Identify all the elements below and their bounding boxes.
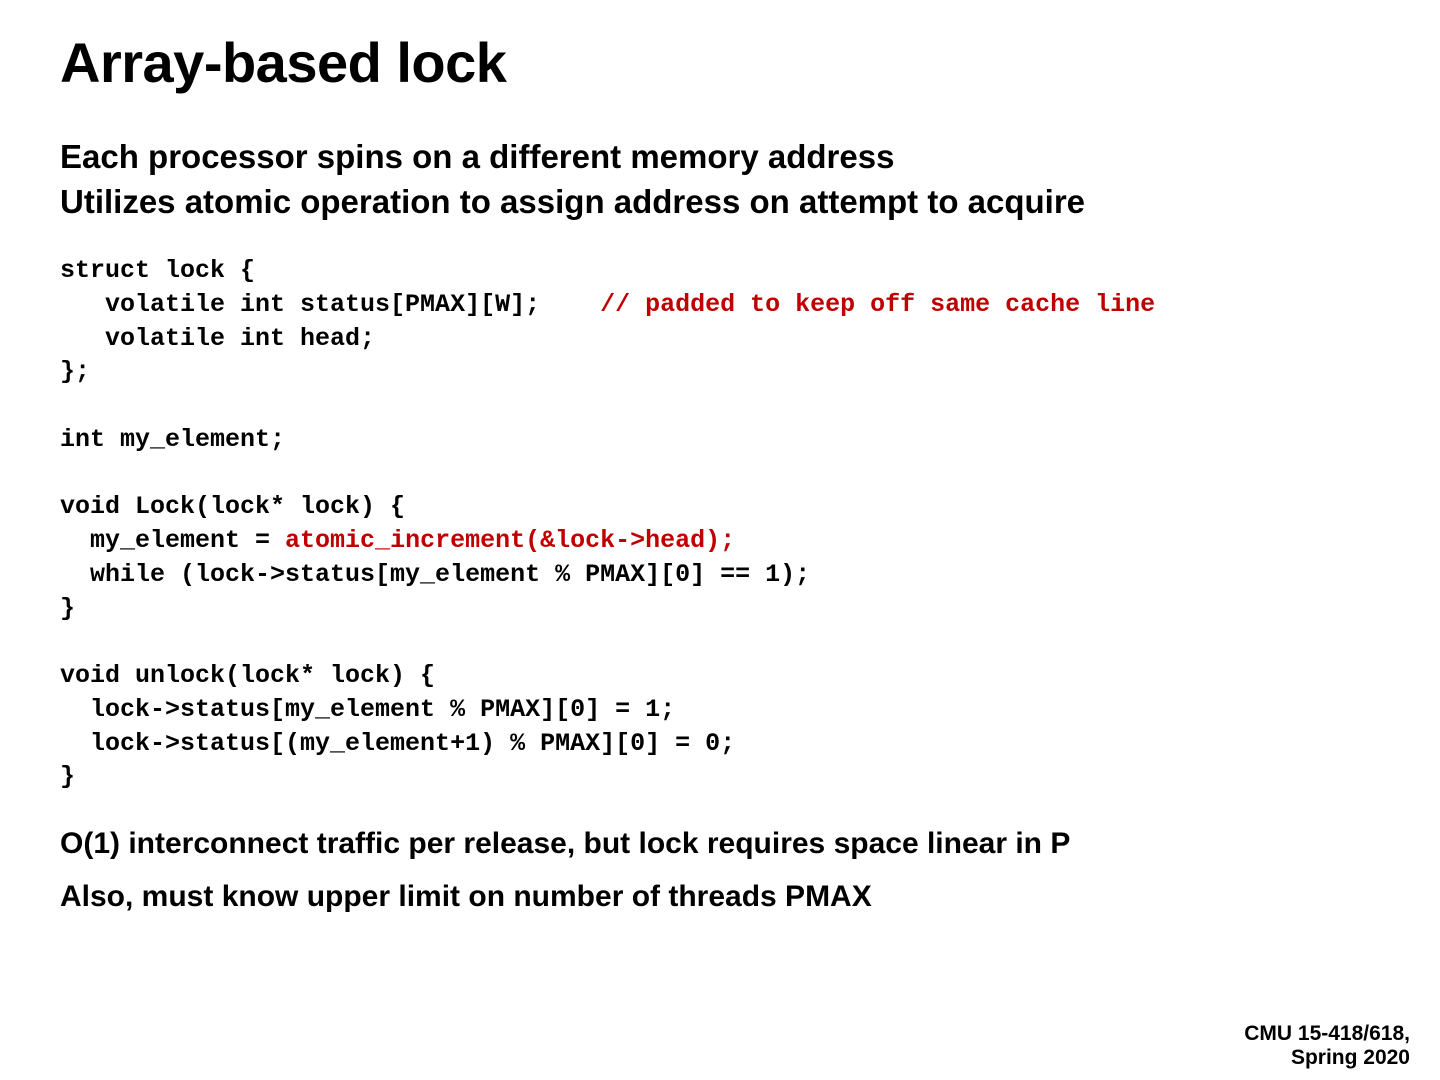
code-line: lock->status[(my_element+1) % PMAX][0] =…: [60, 729, 735, 758]
code-line: }: [60, 594, 75, 623]
code-line: my_element =: [60, 526, 285, 555]
subtitle-line-2: Utilizes atomic operation to assign addr…: [60, 180, 1380, 225]
code-line: while (lock->status[my_element % PMAX][0…: [60, 560, 810, 589]
footer-course: CMU 15-418/618,: [1244, 1022, 1410, 1046]
code-line: struct lock {: [60, 256, 255, 285]
footnote-2: Also, must know upper limit on number of…: [60, 877, 1380, 918]
code-line: volatile int status[PMAX][W];: [60, 290, 600, 319]
subtitle-line-1: Each processor spins on a different memo…: [60, 135, 1380, 180]
slide-subtitle: Each processor spins on a different memo…: [60, 135, 1380, 224]
footer-term: Spring 2020: [1244, 1046, 1410, 1070]
code-line: void Lock(lock* lock) {: [60, 492, 405, 521]
code-atomic-call: atomic_increment(&lock->head);: [285, 526, 735, 555]
slide-title: Array-based lock: [60, 30, 1380, 95]
footnote-1: O(1) interconnect traffic per release, b…: [60, 824, 1380, 865]
code-line: };: [60, 357, 90, 386]
code-line: int my_element;: [60, 425, 285, 454]
code-line: lock->status[my_element % PMAX][0] = 1;: [60, 695, 675, 724]
code-line: void unlock(lock* lock) {: [60, 661, 435, 690]
code-line: volatile int head;: [60, 324, 375, 353]
code-block: struct lock { volatile int status[PMAX][…: [60, 254, 1380, 794]
slide-footer: CMU 15-418/618, Spring 2020: [1244, 1022, 1410, 1070]
code-comment: // padded to keep off same cache line: [600, 290, 1155, 319]
code-line: }: [60, 762, 75, 791]
